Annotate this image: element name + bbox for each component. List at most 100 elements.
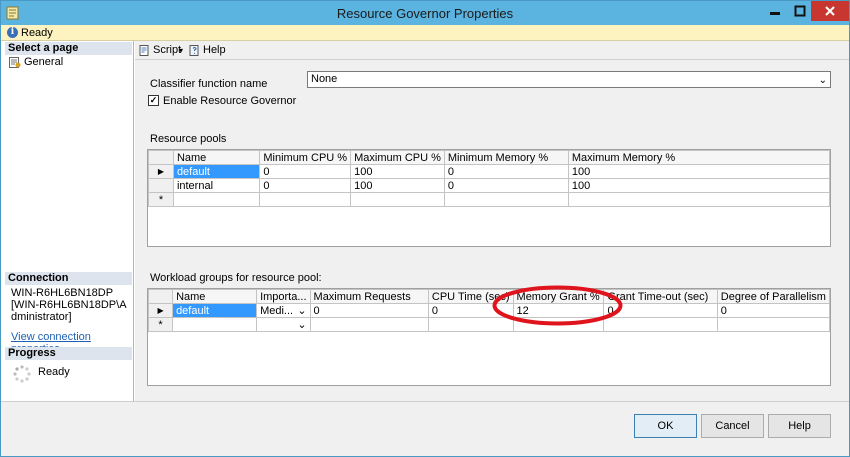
new-row-marker: * [148, 192, 174, 207]
script-button[interactable]: Script [139, 44, 181, 56]
left-pane: Select a page General Connection WIN-R6H… [1, 41, 134, 401]
column-header[interactable]: CPU Time (sec) [427, 289, 514, 304]
table-cell[interactable] [259, 192, 352, 207]
cancel-button[interactable]: Cancel [701, 414, 764, 438]
current-row-marker: ▶ [147, 303, 174, 318]
window-title: Resource Governor Properties [336, 6, 514, 21]
table-cell[interactable] [309, 317, 429, 332]
table-cell[interactable]: 0 [603, 303, 718, 318]
status-bar: i Ready [1, 25, 849, 41]
classifier-value: None [311, 73, 338, 85]
workload-groups-grid[interactable]: Name Importa... Maximum Requests CPU Tim… [147, 288, 831, 386]
maximize-button[interactable] [787, 1, 813, 21]
minimize-button[interactable] [762, 1, 788, 21]
table-cell[interactable]: 100 [567, 164, 831, 179]
column-header[interactable]: Minimum Memory % [443, 150, 569, 165]
table-cell[interactable] [172, 317, 258, 332]
progress-header: Progress [5, 347, 132, 360]
column-header[interactable]: Maximum Requests [309, 289, 429, 304]
table-cell[interactable] [172, 192, 261, 207]
script-icon [139, 44, 149, 56]
table-cell[interactable] [427, 317, 514, 332]
table-cell[interactable]: 0 [309, 303, 429, 318]
progress-status: Ready [38, 366, 70, 378]
importance-value: Medi... [260, 304, 294, 317]
table-cell[interactable]: 100 [350, 178, 445, 193]
new-row[interactable]: * [148, 192, 831, 207]
table-cell[interactable]: default [172, 164, 261, 179]
table-cell[interactable]: 0 [259, 164, 352, 179]
chevron-down-icon: ⌄ [297, 305, 307, 317]
close-icon [825, 6, 835, 16]
connection-header: Connection [5, 272, 132, 285]
table-cell[interactable]: internal [172, 178, 261, 193]
table-cell[interactable] [716, 317, 831, 332]
connection-login-line2: dministrator] [11, 311, 72, 323]
importance-select-empty[interactable]: ⌄ [256, 317, 311, 332]
script-label: Script [153, 44, 182, 56]
row-header-corner [147, 289, 174, 304]
table-header-row: Name Minimum CPU % Maximum CPU % Minimum… [148, 150, 831, 165]
table-header-row: Name Importa... Maximum Requests CPU Tim… [147, 289, 831, 304]
connection-server: WIN-R6HL6BN18DP [11, 287, 114, 299]
column-header[interactable]: Maximum CPU % [350, 150, 445, 165]
page-item-general[interactable]: General [9, 56, 63, 68]
table-cell[interactable] [603, 317, 718, 332]
title-bar[interactable]: Resource Governor Properties [1, 1, 849, 25]
connection-login-line1: [WIN-R6HL6BN18DP\A [11, 299, 127, 311]
classifier-function-select[interactable]: None ⌄ [307, 71, 831, 88]
column-header[interactable]: Degree of Parallelism [716, 289, 831, 304]
ok-button[interactable]: OK [634, 414, 697, 438]
table-cell[interactable] [443, 192, 569, 207]
table-cell[interactable]: 0 [443, 164, 569, 179]
connection-info: WIN-R6HL6BN18DP [WIN-R6HL6BN18DP\A dmini… [11, 287, 133, 323]
memory-grant-cell[interactable]: 12 [512, 303, 605, 318]
script-dropdown-arrow[interactable]: ▾ [179, 46, 183, 55]
info-icon: i [7, 27, 18, 38]
table-cell[interactable]: 100 [567, 178, 831, 193]
chevron-down-icon: ⌄ [818, 75, 827, 86]
column-header[interactable]: Memory Grant % [512, 289, 605, 304]
status-text: Ready [21, 27, 53, 39]
table-row[interactable]: internal 0 100 0 100 [148, 178, 831, 193]
dialog-button-bar: OK Cancel Help [1, 401, 849, 456]
table-cell[interactable]: 0 [427, 303, 514, 318]
column-header[interactable]: Importa... [256, 289, 311, 304]
row-header-corner [148, 150, 174, 165]
help-toolbar-label: Help [203, 44, 226, 56]
table-row[interactable]: ▶ default 0 100 0 100 [148, 164, 831, 179]
close-button[interactable] [811, 1, 849, 21]
column-header[interactable]: Name [172, 289, 258, 304]
table-cell[interactable]: 0 [716, 303, 831, 318]
table-cell[interactable] [350, 192, 445, 207]
table-cell[interactable]: default [172, 303, 258, 318]
table-cell[interactable]: 100 [350, 164, 445, 179]
current-row-marker: ▶ [148, 164, 174, 179]
help-book-icon [189, 44, 199, 56]
table-cell[interactable]: 0 [443, 178, 569, 193]
help-toolbar-button[interactable]: Help [189, 44, 226, 56]
table-cell[interactable] [567, 192, 831, 207]
column-header[interactable]: Name [172, 150, 261, 165]
classifier-label: Classifier function name [150, 78, 268, 90]
column-header[interactable]: Minimum CPU % [259, 150, 352, 165]
table-cell[interactable] [512, 317, 605, 332]
table-row[interactable]: ▶ default Medi... ⌄ 0 0 12 0 0 [147, 303, 831, 318]
table-cell[interactable]: 0 [259, 178, 352, 193]
workload-groups-table: Name Importa... Maximum Requests CPU Tim… [147, 289, 831, 332]
resource-pools-table: Name Minimum CPU % Maximum CPU % Minimum… [148, 150, 831, 207]
minimize-icon [770, 12, 780, 15]
importance-select[interactable]: Medi... ⌄ [256, 303, 311, 318]
enable-resource-governor-label: Enable Resource Governor [163, 95, 297, 107]
resource-pools-grid[interactable]: Name Minimum CPU % Maximum CPU % Minimum… [147, 149, 831, 247]
toolbar: Script ▾ Help [135, 41, 849, 60]
resource-pools-label: Resource pools [150, 133, 227, 145]
workload-groups-label: Workload groups for resource pool: [150, 272, 322, 284]
row-header [148, 178, 174, 193]
column-header[interactable]: Maximum Memory % [567, 150, 831, 165]
new-row[interactable]: * ⌄ [147, 317, 831, 332]
enable-resource-governor-checkbox[interactable]: ✓ [148, 95, 159, 106]
help-button[interactable]: Help [768, 414, 831, 438]
column-header[interactable]: Grant Time-out (sec) [603, 289, 718, 304]
page-item-label: General [24, 56, 64, 68]
